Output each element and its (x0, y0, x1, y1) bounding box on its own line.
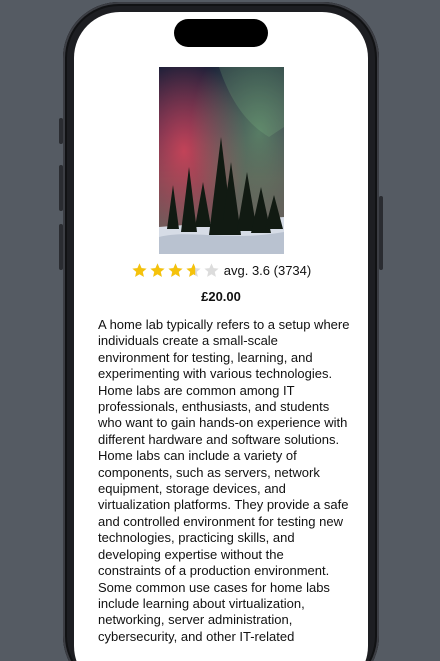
product-price: £20.00 (201, 289, 241, 304)
rating-summary: avg. 3.6 (3734) (223, 263, 312, 278)
dynamic-island (174, 19, 268, 47)
star-icon (186, 263, 201, 277)
product-image[interactable] (159, 67, 284, 254)
star-rating (131, 262, 220, 279)
product-description: A home lab typically refers to a setup w… (98, 317, 350, 644)
star-icon (168, 263, 183, 277)
simulator-stage: avg. 3.6 (3734) £20.00 A home lab typica… (0, 0, 440, 661)
star-icon (150, 263, 165, 277)
power-button (379, 196, 383, 270)
star-icon (204, 263, 219, 277)
phone-screen[interactable]: avg. 3.6 (3734) £20.00 A home lab typica… (74, 12, 368, 661)
star-icon (132, 263, 147, 277)
rating-row: avg. 3.6 (3734) (74, 262, 368, 279)
